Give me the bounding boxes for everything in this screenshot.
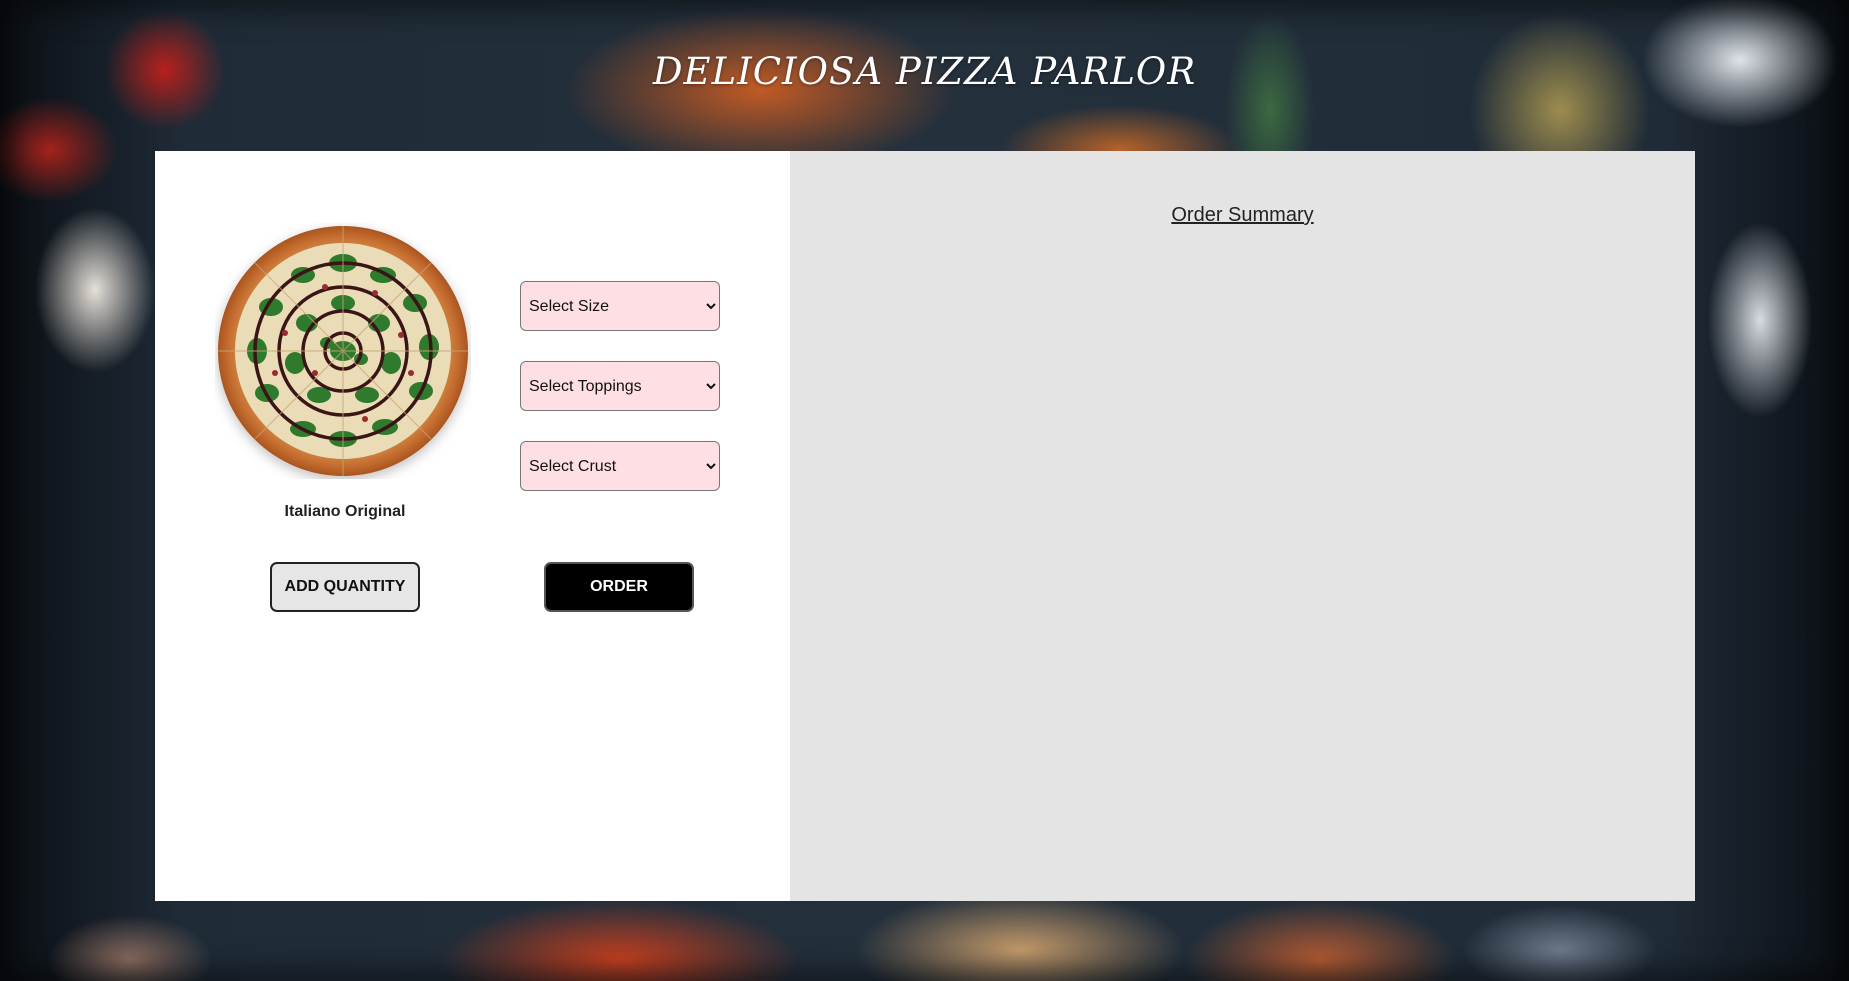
crust-select[interactable]: Select Crust: [520, 441, 720, 491]
size-select[interactable]: Select Size: [520, 281, 720, 331]
page-title: DELICIOSA PIZZA PARLOR: [652, 50, 1197, 93]
add-quantity-button[interactable]: ADD QUANTITY: [270, 562, 420, 612]
main-panel: Italiano Original Select Size Select Top…: [155, 151, 1695, 901]
order-summary-panel: Order Summary: [790, 151, 1695, 901]
order-summary-title: Order Summary: [1171, 204, 1314, 226]
toppings-select[interactable]: Select Toppings: [520, 361, 720, 411]
pizza-image: [218, 226, 468, 476]
pizza-config-panel: Italiano Original Select Size Select Top…: [155, 151, 790, 901]
order-button[interactable]: ORDER: [544, 562, 694, 612]
pizza-name: Italiano Original: [284, 503, 406, 520]
